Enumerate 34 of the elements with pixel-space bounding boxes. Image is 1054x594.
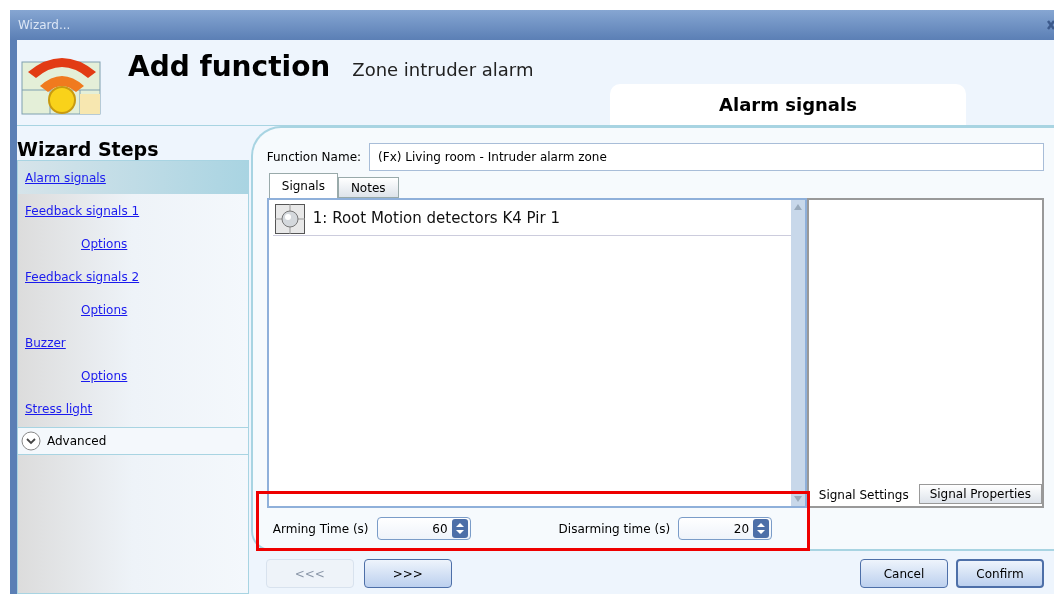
next-button[interactable]: >>>	[363, 559, 452, 588]
cancel-button[interactable]: Cancel	[860, 559, 948, 588]
scroll-down-icon[interactable]	[793, 496, 802, 502]
spin-arrows-icon[interactable]	[451, 519, 468, 538]
window-title: Wizard...	[18, 17, 71, 34]
tab[interactable]: Notes	[337, 177, 399, 198]
wizard-step[interactable]: Options	[18, 227, 248, 260]
field-label: Disarming time (s)	[558, 520, 671, 538]
number-spinner[interactable]: 20	[678, 517, 773, 540]
sidebar-title: Wizard Steps	[17, 138, 160, 160]
scroll-up-icon[interactable]	[793, 204, 802, 210]
field-label: Arming Time (s)	[272, 520, 369, 538]
confirm-button[interactable]: Confirm	[956, 559, 1044, 588]
spinner-value: 60	[431, 520, 449, 538]
dialog-title: Add function	[128, 49, 331, 85]
function-type: Zone intruder alarm	[352, 58, 534, 82]
tab[interactable]: Signal Properties	[918, 484, 1042, 504]
signal-row[interactable]: 1: Root Motion detectors K4 Pir 1	[272, 202, 791, 236]
wizard-step[interactable]: Alarm signals	[18, 161, 248, 194]
advanced-row[interactable]: Advanced	[18, 427, 248, 455]
wizard-step[interactable]: Stress light	[18, 392, 248, 425]
wizard-step[interactable]: Options	[18, 359, 248, 392]
wizard-step[interactable]: Feedback signals 1	[18, 194, 248, 227]
number-spinner[interactable]: 60	[376, 517, 471, 540]
wizard-step[interactable]: Feedback signals 2	[18, 260, 248, 293]
wizard-step[interactable]: Options	[18, 293, 248, 326]
function-name-field[interactable]: (Fx) Living room - Intruder alarm zone	[369, 143, 1044, 171]
spin-arrows-icon[interactable]	[753, 519, 770, 538]
spinner-value: 20	[732, 520, 751, 538]
close-icon[interactable]	[1046, 19, 1054, 31]
wizard-step[interactable]: Buzzer	[18, 326, 248, 359]
field-label: Function Name:	[266, 149, 362, 166]
motion-sensor-icon	[274, 203, 305, 234]
tab[interactable]: Signals	[268, 173, 338, 198]
